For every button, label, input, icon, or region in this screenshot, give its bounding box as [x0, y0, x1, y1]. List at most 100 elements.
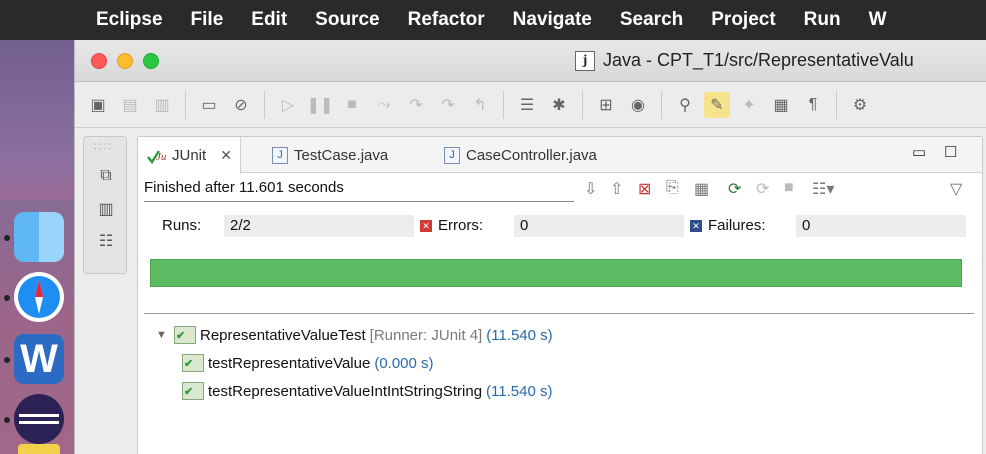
- stop-run-icon[interactable]: ■: [784, 179, 794, 197]
- window-title: j Java - CPT_T1/src/RepresentativeValu: [575, 50, 914, 71]
- tree-root-node[interactable]: ▼ RepresentativeValueTest [Runner: JUnit…: [156, 323, 553, 347]
- suspend-icon[interactable]: ❚❚: [307, 92, 334, 118]
- terminate-icon[interactable]: ■: [339, 92, 365, 118]
- minimize-window-button[interactable]: [117, 52, 133, 69]
- show-whitespace-icon[interactable]: ¶: [800, 92, 826, 118]
- tab-testcase-java[interactable]: J TestCase.java: [264, 137, 396, 173]
- minimized-view-stack: :::: ⧉ ▥ ☷: [83, 136, 127, 274]
- test-name: testRepresentativeValue: [208, 354, 371, 372]
- view-tabbar: Ju JUnit ✕ J TestCase.java J CaseControl…: [138, 137, 982, 174]
- toggle-highlight-icon[interactable]: ✦: [736, 92, 762, 118]
- finder-icon[interactable]: [14, 212, 64, 262]
- junit-icon: Ju: [147, 149, 166, 164]
- tab-label: TestCase.java: [294, 146, 389, 164]
- test-run-history-icon[interactable]: ☷▾: [812, 179, 834, 199]
- show-failures-only-icon[interactable]: ⊠: [638, 179, 651, 199]
- safari-icon[interactable]: [14, 272, 64, 322]
- menu-edit[interactable]: Edit: [237, 9, 301, 31]
- debug-icon[interactable]: ✱: [546, 92, 572, 118]
- errors-label: Errors:: [438, 217, 483, 234]
- eclipse-icon[interactable]: [14, 394, 64, 444]
- rerun-failed-first-icon[interactable]: ⟳: [756, 179, 769, 199]
- new-java-class-icon[interactable]: ◉: [625, 92, 651, 118]
- expand-collapse-icon[interactable]: ▼: [156, 329, 170, 341]
- zoom-window-button[interactable]: [143, 52, 159, 69]
- minimize-view-icon[interactable]: ▭: [912, 143, 926, 161]
- tab-casecontroller-java[interactable]: J CaseController.java: [436, 137, 605, 173]
- notes-icon[interactable]: [18, 444, 60, 454]
- tab-junit[interactable]: Ju JUnit ✕: [138, 137, 241, 174]
- failure-icon: ✕: [690, 220, 702, 233]
- junit-status-row: Finished after 11.601 seconds ⇩ ⇧ ⊠ ⎘ ▦ …: [144, 179, 974, 203]
- maximize-view-icon[interactable]: ☐: [944, 143, 957, 161]
- outline-icon[interactable]: ☷: [96, 231, 116, 251]
- runs-label: Runs:: [162, 217, 202, 234]
- menu-navigate[interactable]: Navigate: [499, 9, 606, 31]
- run-settings-icon[interactable]: ⚙: [847, 92, 873, 118]
- suite-time: (11.540 s): [486, 326, 553, 344]
- dock-running-dot: [4, 357, 10, 363]
- previous-failure-icon[interactable]: ⇧: [610, 179, 623, 199]
- java-perspective-icon: j: [575, 50, 595, 71]
- save-all-icon[interactable]: ▥: [149, 92, 175, 118]
- block-selection-icon[interactable]: ▦: [768, 92, 794, 118]
- test-progress-bar: [150, 259, 962, 287]
- mac-menubar: Eclipse File Edit Source Refactor Naviga…: [0, 0, 986, 40]
- dock: W: [0, 200, 74, 454]
- drag-handle-icon[interactable]: ::::: [94, 141, 118, 152]
- toolbar-separator: [582, 90, 583, 119]
- menu-run[interactable]: Run: [790, 9, 855, 31]
- step-into-icon[interactable]: ↷: [403, 92, 429, 118]
- sash-divider[interactable]: [144, 313, 974, 314]
- restore-icon[interactable]: ⧉: [96, 167, 116, 187]
- terminal-icon[interactable]: ▭: [196, 92, 222, 118]
- close-window-button[interactable]: [91, 52, 107, 69]
- package-explorer-icon[interactable]: ▥: [96, 199, 116, 219]
- new-icon[interactable]: ▣: [85, 92, 111, 118]
- test-time: (0.000 s): [374, 354, 434, 372]
- tree-test-node[interactable]: testRepresentativeValue (0.000 s): [182, 351, 434, 375]
- save-icon[interactable]: ▤: [117, 92, 143, 118]
- disconnect-icon[interactable]: ⤳: [371, 92, 397, 118]
- toolbar-separator: [661, 90, 662, 119]
- window-titlebar[interactable]: j Java - CPT_T1/src/RepresentativeValu: [75, 40, 986, 82]
- eclipse-window: j Java - CPT_T1/src/RepresentativeValu ▣…: [74, 40, 986, 454]
- menu-search[interactable]: Search: [606, 9, 697, 31]
- scroll-lock-icon[interactable]: ⎘: [666, 179, 679, 197]
- show-skipped-icon[interactable]: ▦: [694, 179, 709, 199]
- suite-name: RepresentativeValueTest: [200, 326, 366, 344]
- next-failure-icon[interactable]: ⇩: [584, 179, 597, 199]
- test-suite-passed-icon: [174, 326, 196, 344]
- coverage-icon[interactable]: ☰: [514, 92, 540, 118]
- step-return-icon[interactable]: ↰: [467, 92, 493, 118]
- menu-source[interactable]: Source: [301, 9, 393, 31]
- window-controls: [91, 52, 159, 69]
- new-java-package-icon[interactable]: ⊞: [593, 92, 619, 118]
- toolbar-separator: [264, 90, 265, 119]
- step-over-icon[interactable]: ↷: [435, 92, 461, 118]
- menu-refactor[interactable]: Refactor: [394, 9, 499, 31]
- suite-runner: [Runner: JUnit 4]: [369, 326, 483, 344]
- dock-running-dot: [4, 417, 10, 423]
- java-file-icon: J: [444, 146, 460, 164]
- tree-test-node[interactable]: testRepresentativeValueIntIntStringStrin…: [182, 379, 552, 403]
- skip-breakpoints-icon[interactable]: ⊘: [228, 92, 254, 118]
- failures-value: 0: [802, 217, 811, 234]
- resume-icon[interactable]: ▷: [275, 92, 301, 118]
- menu-window[interactable]: W: [855, 9, 901, 31]
- menu-file[interactable]: File: [177, 9, 238, 31]
- dock-running-dot: [4, 235, 10, 241]
- menu-project[interactable]: Project: [697, 9, 789, 31]
- tab-label: CaseController.java: [466, 146, 597, 164]
- view-menu-icon[interactable]: ▽: [950, 179, 962, 199]
- open-type-icon[interactable]: ⚲: [672, 92, 698, 118]
- errors-value: 0: [520, 217, 529, 234]
- runs-field: [224, 215, 414, 237]
- rerun-test-icon[interactable]: ⟳: [728, 179, 741, 199]
- close-tab-icon[interactable]: ✕: [220, 147, 232, 164]
- toolbar-separator: [836, 90, 837, 119]
- menu-eclipse[interactable]: Eclipse: [50, 9, 177, 31]
- word-icon[interactable]: W: [14, 334, 64, 384]
- errors-label-group: ✕ Errors:: [420, 217, 483, 234]
- mark-occurrences-icon[interactable]: ✎: [704, 91, 730, 118]
